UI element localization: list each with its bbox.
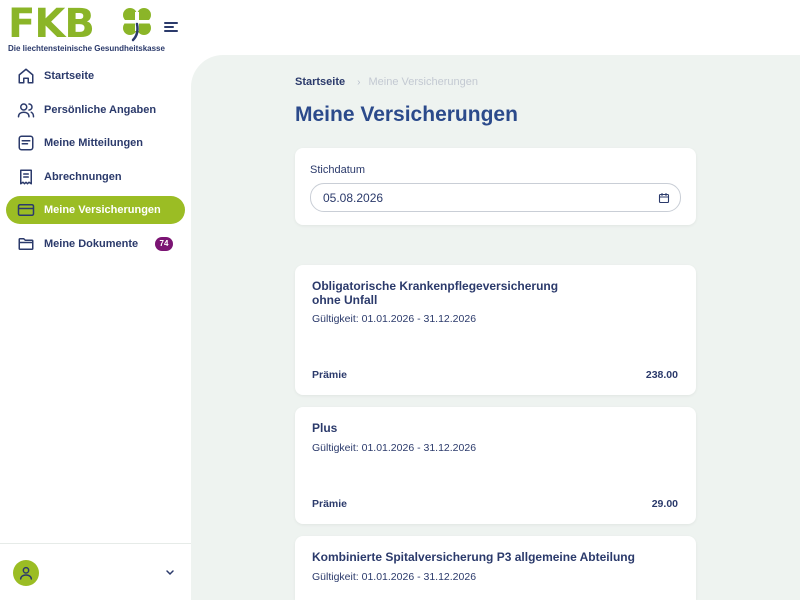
main-content: Startseite › Meine Versicherungen Meine … bbox=[191, 55, 800, 600]
insurance-title: Obligatorische Krankenpflegeversicherung… bbox=[312, 279, 559, 307]
insurance-validity: Gültigkeit: 01.01.2026 - 31.12.2026 bbox=[312, 313, 477, 325]
logo-tagline: Die liechtensteinische Gesundheitskasse bbox=[8, 44, 165, 53]
sidebar-item-label: Meine Dokumente bbox=[44, 237, 139, 250]
stichdatum-input[interactable] bbox=[310, 183, 681, 212]
logo-text: FKB bbox=[8, 1, 95, 47]
documents-count-badge: 74 bbox=[155, 236, 173, 251]
clover-icon bbox=[123, 8, 151, 42]
fkb-logo[interactable]: FKB Die liechtensteinische Gesundheitska… bbox=[8, 1, 165, 54]
insurance-validity: Gültigkeit: 01.01.2026 - 31.12.2026 bbox=[312, 442, 477, 454]
insurance-card[interactable]: Kombinierte Spitalversicherung P3 allgem… bbox=[295, 536, 696, 600]
premium-label: Prämie bbox=[312, 369, 348, 381]
sidebar-item-label: Startseite bbox=[44, 70, 95, 82]
sidebar-item-startseite[interactable]: Startseite bbox=[6, 62, 185, 90]
insurance-title: Kombinierte Spitalversicherung P3 allgem… bbox=[312, 550, 635, 564]
user-icon bbox=[19, 566, 33, 580]
breadcrumb: Startseite › Meine Versicherungen bbox=[295, 76, 478, 88]
home-icon bbox=[16, 66, 36, 86]
breadcrumb-current: Meine Versicherungen bbox=[368, 76, 478, 88]
insurance-title: Plus bbox=[312, 421, 338, 435]
date-filter-card: Stichdatum bbox=[295, 148, 696, 225]
premium-value: 29.00 bbox=[651, 498, 678, 510]
chevron-right-icon: › bbox=[357, 76, 361, 88]
calendar-icon[interactable] bbox=[658, 192, 670, 204]
insurance-card[interactable]: Plus Gültigkeit: 01.01.2026 - 31.12.2026… bbox=[295, 407, 696, 524]
sidebar-item-meine-versicherungen[interactable]: Meine Versicherungen bbox=[6, 196, 185, 224]
sidebar-nav: Startseite Persönliche Angaben Meine Mit… bbox=[6, 62, 185, 263]
chevron-down-icon[interactable] bbox=[164, 568, 176, 578]
folder-icon bbox=[16, 234, 36, 254]
sidebar-item-label: Abrechnungen bbox=[44, 170, 122, 183]
sidebar-item-label: Meine Mitteilungen bbox=[44, 137, 143, 149]
receipt-icon bbox=[16, 167, 36, 187]
premium-value: 238.00 bbox=[645, 369, 678, 381]
insurance-validity: Gültigkeit: 01.01.2026 - 31.12.2026 bbox=[312, 571, 477, 583]
date-filter-label: Stichdatum bbox=[310, 164, 366, 176]
premium-label: Prämie bbox=[312, 498, 348, 510]
sidebar: FKB Die liechtensteinische Gesundheitska… bbox=[0, 0, 191, 600]
avatar[interactable] bbox=[13, 560, 39, 586]
message-icon bbox=[16, 133, 36, 153]
menu-toggle-icon[interactable] bbox=[164, 22, 178, 34]
sidebar-item-meine-mitteilungen[interactable]: Meine Mitteilungen bbox=[6, 129, 185, 157]
sidebar-item-meine-dokumente[interactable]: Meine Dokumente 74 bbox=[6, 230, 185, 258]
page-title: Meine Versicherungen bbox=[295, 103, 518, 126]
credit-card-icon bbox=[16, 200, 36, 220]
sidebar-item-label: Meine Versicherungen bbox=[44, 204, 161, 216]
users-icon bbox=[16, 100, 36, 120]
sidebar-item-persoenliche-angaben[interactable]: Persönliche Angaben bbox=[6, 96, 185, 124]
insurance-card[interactable]: Obligatorische Krankenpflegeversicherung… bbox=[295, 265, 696, 395]
sidebar-footer bbox=[0, 543, 191, 600]
sidebar-item-abrechnungen[interactable]: Abrechnungen bbox=[6, 163, 185, 191]
sidebar-item-label: Persönliche Angaben bbox=[44, 103, 157, 116]
breadcrumb-home-link[interactable]: Startseite bbox=[295, 76, 345, 88]
